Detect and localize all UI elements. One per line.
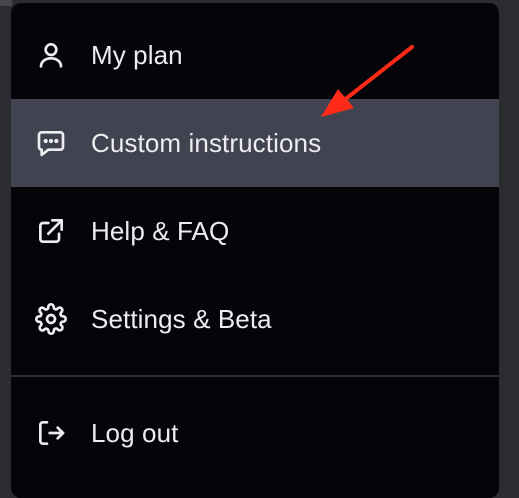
menu-item-help-faq[interactable]: Help & FAQ	[11, 187, 499, 275]
menu-item-log-out[interactable]: Log out	[11, 389, 499, 477]
menu-item-label: Settings & Beta	[91, 304, 272, 334]
window-corner-mark	[0, 0, 12, 6]
menu-item-label: Log out	[91, 418, 179, 448]
menu-item-label: Custom instructions	[91, 128, 322, 158]
menu-item-my-plan[interactable]: My plan	[11, 11, 499, 99]
gear-icon	[35, 303, 67, 335]
menu-item-label: Help & FAQ	[91, 216, 230, 246]
menu-item-label: My plan	[91, 40, 183, 70]
external-link-icon	[35, 215, 67, 247]
message-dots-icon	[35, 127, 67, 159]
logout-icon	[35, 417, 67, 449]
user-icon	[35, 39, 67, 71]
menu-item-settings-beta[interactable]: Settings & Beta	[11, 275, 499, 363]
menu-divider	[11, 375, 499, 377]
menu-item-custom-instructions[interactable]: Custom instructions	[11, 99, 499, 187]
account-menu: My plan Custom instructions Help & FAQ S…	[11, 3, 499, 498]
